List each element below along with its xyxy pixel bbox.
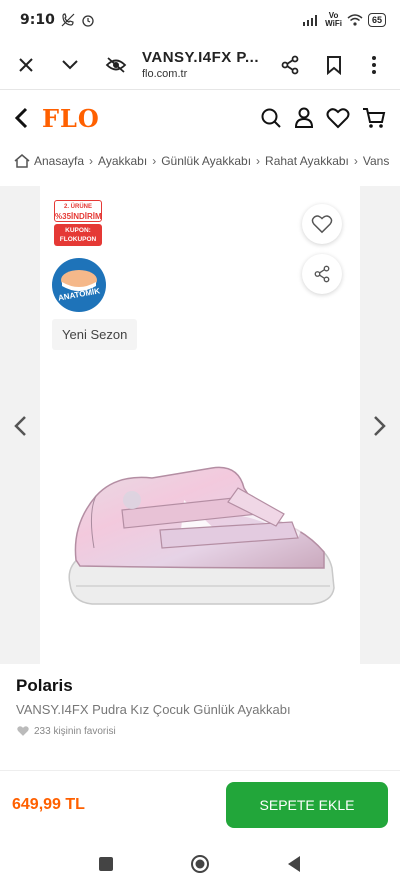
chevron-down-icon[interactable] xyxy=(52,47,88,83)
product-title: VANSY.I4FX Pudra Kız Çocuk Günlük Ayakka… xyxy=(16,702,291,717)
vowifi-label: Vo WiFi xyxy=(325,11,342,28)
product-price: 649,99 TL xyxy=(12,795,85,813)
bookmark-icon[interactable] xyxy=(316,47,352,83)
browser-url: flo.com.tr xyxy=(142,68,188,80)
breadcrumb-comfort-shoes[interactable]: Rahat Ayakkabı xyxy=(265,154,349,168)
share-icon[interactable] xyxy=(272,47,308,83)
coupon-badge-line2: FLOKUPON xyxy=(59,236,97,243)
heart-filled-icon xyxy=(17,726,29,736)
alarm-icon xyxy=(82,15,94,27)
breadcrumb-separator: › xyxy=(152,154,157,168)
breadcrumb-shoes[interactable]: Ayakkabı xyxy=(98,154,147,168)
breadcrumb-daily-shoes[interactable]: Günlük Ayakkabı xyxy=(161,154,251,168)
browser-toolbar: VANSY.I4FX P... flo.com.tr xyxy=(0,40,400,90)
add-to-cart-bar: 649,99 TL SEPETE EKLE xyxy=(0,770,400,838)
favorites-icon[interactable] xyxy=(326,107,350,129)
anatomik-foot-icon xyxy=(61,270,97,291)
share-button[interactable] xyxy=(302,254,342,294)
discount-badge-line1: 2. ÜRÜNE xyxy=(63,204,92,210)
flo-logo[interactable]: FLO xyxy=(42,104,100,133)
gallery-prev-arrow[interactable] xyxy=(10,414,30,438)
breadcrumb-vans[interactable]: Vans xyxy=(363,154,389,168)
home-icon[interactable] xyxy=(14,154,30,168)
product-gallery[interactable]: 2. ÜRÜNE %35İNDİRİM KUPON: FLOKUPON ANAT… xyxy=(0,186,400,664)
wifi-icon xyxy=(347,14,363,26)
breadcrumb-separator: › xyxy=(256,154,261,168)
gallery-next-arrow[interactable] xyxy=(370,414,390,438)
status-bar: 9:10 Vo WiFi 65 xyxy=(0,0,400,40)
cart-icon[interactable] xyxy=(362,107,386,129)
favorite-button[interactable] xyxy=(302,204,342,244)
coupon-badge: KUPON: FLOKUPON xyxy=(54,224,102,246)
breadcrumb: Anasayfa › Ayakkabı › Günlük Ayakkabı › … xyxy=(0,148,400,174)
breadcrumb-home[interactable]: Anasayfa xyxy=(34,154,84,168)
signal-icon xyxy=(303,15,318,26)
product-brand[interactable]: Polaris xyxy=(16,676,386,696)
add-to-cart-button[interactable]: SEPETE EKLE xyxy=(226,781,388,828)
battery-indicator: 65 xyxy=(367,13,386,27)
coupon-badge-line1: KUPON: xyxy=(65,227,91,234)
favorites-count-label: 233 kişinin favorisi xyxy=(34,725,116,737)
product-image-area[interactable]: 2. ÜRÜNE %35İNDİRİM KUPON: FLOKUPON ANAT… xyxy=(40,186,360,664)
discount-badge-line2: %35İNDİRİM xyxy=(55,212,102,221)
close-icon[interactable] xyxy=(8,47,44,83)
call-muted-icon xyxy=(61,13,75,27)
new-season-tag: Yeni Sezon xyxy=(52,319,138,350)
browser-page-title: VANSY.I4FX P... xyxy=(142,49,259,66)
back-triangle-icon[interactable] xyxy=(286,855,302,873)
tracking-blocked-icon[interactable] xyxy=(98,47,134,83)
heart-icon xyxy=(311,215,333,234)
chevron-left-icon xyxy=(14,416,26,436)
back-arrow-icon[interactable] xyxy=(14,107,28,129)
search-icon[interactable] xyxy=(260,107,282,129)
anatomik-badge: ANATOMİK xyxy=(52,258,106,312)
breadcrumb-separator: › xyxy=(89,154,94,168)
home-button-icon[interactable] xyxy=(190,854,210,874)
share-icon xyxy=(314,265,330,283)
more-options-icon[interactable] xyxy=(356,47,392,83)
chevron-right-icon xyxy=(374,416,386,436)
user-icon[interactable] xyxy=(294,107,314,129)
recent-apps-icon[interactable] xyxy=(98,856,114,872)
system-navigation-bar xyxy=(0,840,400,888)
browser-title-area[interactable]: VANSY.I4FX P... flo.com.tr xyxy=(142,49,272,80)
discount-badge: 2. ÜRÜNE %35İNDİRİM xyxy=(54,200,102,222)
site-header: FLO xyxy=(0,94,400,142)
breadcrumb-separator: › xyxy=(353,154,358,168)
product-info: Polaris VANSY.I4FX Pudra Kız Çocuk Günlü… xyxy=(16,676,386,737)
favorites-count: 233 kişinin favorisi xyxy=(16,725,386,737)
product-shoe-image xyxy=(68,466,335,605)
status-time: 9:10 xyxy=(20,12,55,28)
